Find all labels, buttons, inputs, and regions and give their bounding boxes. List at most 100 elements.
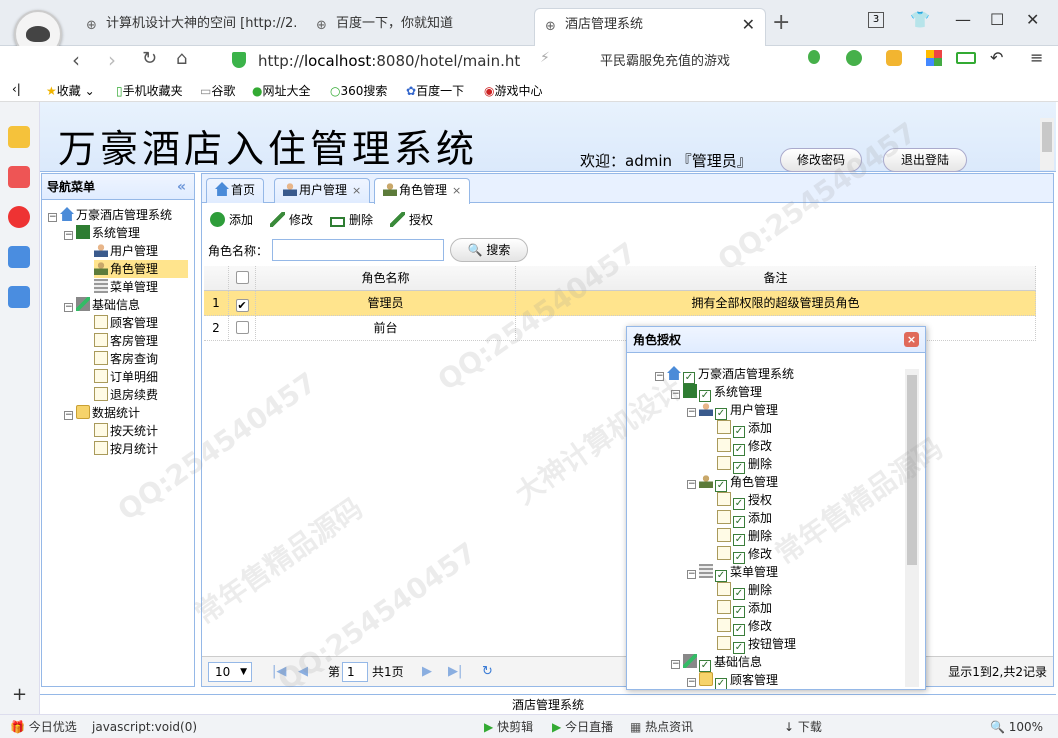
column-header-role-name[interactable]: 角色名称 (256, 266, 516, 291)
tree-statistics[interactable]: − 数据统计 (64, 404, 140, 422)
status-live[interactable]: ▶ 今日直播 (552, 716, 613, 738)
dialog-scrollbar[interactable] (905, 369, 919, 687)
row-checkbox[interactable]: ✔ (235, 299, 249, 312)
perm-node[interactable]: − ✓ 用户管理 (687, 401, 778, 420)
collapse-toggle-icon[interactable]: − (687, 480, 696, 489)
status-download[interactable]: ↓ 下载 (784, 716, 822, 738)
page-scrollbar[interactable] (1040, 118, 1054, 170)
collapse-toggle-icon[interactable]: − (671, 660, 680, 669)
tree-root[interactable]: − 万豪酒店管理系统 (48, 206, 172, 224)
close-window-icon[interactable]: ✕ (1026, 10, 1039, 29)
change-password-button[interactable]: 修改密码 (780, 148, 862, 172)
tree-monthly-stats[interactable]: 按月统计 (94, 440, 158, 458)
tab-role-management[interactable]: 角色管理 × (374, 178, 471, 204)
tree-room-query[interactable]: 客房查询 (94, 350, 158, 368)
bookmark-360[interactable]: ○360搜索 (330, 82, 387, 99)
close-icon[interactable]: × (904, 332, 919, 347)
forward-icon[interactable]: › (108, 48, 116, 72)
bookmark-hao[interactable]: ●网址大全 (252, 82, 311, 99)
minimize-icon[interactable]: — (955, 10, 971, 29)
browser-tab-2[interactable]: ⊕ 百度一下，你就知道 (306, 8, 526, 46)
tree-role-management[interactable]: 角色管理 (94, 260, 188, 278)
search-button[interactable]: 🔍 搜索 (450, 238, 528, 262)
bookmark-favorites[interactable]: ★收藏 ⌄ (46, 82, 95, 99)
perm-node[interactable]: − ✓ 角色管理 (687, 473, 778, 492)
perm-node[interactable]: − ✓ 基础信息 (671, 653, 762, 672)
sidebar-add-icon[interactable]: + (12, 684, 27, 705)
shield-extension-icon[interactable] (886, 50, 902, 66)
page-number-input[interactable]: 1 (342, 662, 368, 682)
row-checkbox-cell[interactable] (229, 316, 256, 341)
tree-user-management[interactable]: 用户管理 (94, 242, 158, 260)
row-checkbox-cell[interactable]: ✔ (229, 291, 256, 316)
scrollbar-thumb[interactable] (1042, 122, 1052, 152)
perm-node[interactable]: − ✓ 系统管理 (671, 383, 762, 402)
scrollbar-thumb[interactable] (907, 375, 917, 565)
perm-node[interactable]: ✓ 添加 (717, 419, 772, 438)
collapse-toggle-icon[interactable]: − (687, 570, 696, 579)
collapse-toggle-icon[interactable]: − (655, 372, 664, 381)
last-page-icon[interactable]: ▶| (448, 664, 462, 679)
menu-icon[interactable]: ≡ (1030, 48, 1043, 67)
tree-basic-info[interactable]: − 基础信息 (64, 296, 140, 314)
add-button[interactable]: 添加 (210, 208, 253, 232)
tree-order-detail[interactable]: 订单明细 (94, 368, 158, 386)
sidebar-app-icon[interactable] (8, 126, 30, 148)
collapse-toggle-icon[interactable]: − (64, 303, 73, 312)
maximize-icon[interactable]: ☐ (990, 10, 1004, 29)
tab-user-management[interactable]: 用户管理 × (274, 178, 371, 203)
browser-tab-1[interactable]: ⊕ 计算机设计大神的空间 [http://2... (76, 8, 296, 46)
collapse-toggle-icon[interactable]: − (64, 231, 73, 240)
tree-checkout[interactable]: 退房续费 (94, 386, 158, 404)
bookmark-games[interactable]: ◉游戏中心 (484, 82, 543, 99)
checkbox[interactable] (235, 271, 249, 284)
perm-node[interactable]: ✓ 按钮管理 (717, 635, 796, 654)
collapse-toggle-icon[interactable]: − (671, 390, 680, 399)
tree-room[interactable]: 客房管理 (94, 332, 158, 350)
new-tab-button[interactable]: + (772, 10, 790, 35)
sidebar-weibo-icon[interactable] (8, 206, 30, 228)
collapse-icon[interactable]: « (177, 174, 186, 200)
tree-system[interactable]: − 系统管理 (64, 224, 140, 242)
sidebar-mail-icon[interactable] (8, 246, 30, 268)
close-tab-icon[interactable]: × (352, 184, 361, 197)
bookmarks-toggle-icon[interactable]: ‹| (12, 82, 21, 96)
perm-node[interactable]: ✓ 删除 (717, 581, 772, 600)
edit-button[interactable]: 修改 (270, 208, 313, 232)
skin-icon[interactable]: 👕 (910, 10, 930, 29)
prev-page-icon[interactable]: ◀ (298, 664, 308, 679)
cut-icon[interactable] (808, 50, 820, 64)
translate-icon[interactable] (846, 50, 862, 66)
logout-button[interactable]: 退出登陆 (883, 148, 967, 172)
collapse-toggle-icon[interactable]: − (687, 678, 696, 687)
perm-node[interactable]: − ✓ 菜单管理 (687, 563, 778, 582)
undo-icon[interactable]: ↶ (990, 48, 1003, 67)
url-input[interactable]: http://localhost:8080/hotel/main.ht (258, 50, 528, 72)
checkbox[interactable]: ✓ (715, 678, 727, 689)
close-tab-icon[interactable]: × (452, 184, 461, 197)
perm-node[interactable]: ✓ 修改 (717, 545, 772, 564)
perm-node[interactable]: ✓ 修改 (717, 437, 772, 456)
sidebar-news-icon[interactable] (8, 166, 30, 188)
column-header-remark[interactable]: 备注 (516, 266, 1036, 291)
perm-node[interactable]: ✓ 添加 (717, 509, 772, 528)
tree-customer[interactable]: 顾客管理 (94, 314, 158, 332)
perm-node[interactable]: ✓ 删除 (717, 455, 772, 474)
perm-node[interactable]: ✓ 修改 (717, 617, 772, 636)
perm-node[interactable]: ✓ 授权 (717, 491, 772, 510)
tab-count-badge[interactable]: 3 (868, 12, 884, 28)
bookmark-google[interactable]: ▭谷歌 (200, 82, 235, 99)
collapse-toggle-icon[interactable]: − (64, 411, 73, 420)
close-tab-icon[interactable]: ✕ (742, 9, 755, 41)
perm-node[interactable]: − ✓ 顾客管理 (687, 671, 778, 689)
battery-icon[interactable] (956, 52, 976, 64)
bookmark-mobile[interactable]: ▯手机收藏夹 (116, 82, 183, 99)
lightning-icon[interactable]: ⚡ (540, 50, 550, 66)
select-all-checkbox[interactable] (229, 266, 256, 291)
delete-button[interactable]: 删除 (330, 208, 373, 232)
refresh-icon[interactable]: ↻ (482, 664, 493, 679)
tree-daily-stats[interactable]: 按天统计 (94, 422, 158, 440)
perm-node[interactable]: ✓ 删除 (717, 527, 772, 546)
status-picks[interactable]: 🎁 今日优选 (10, 716, 77, 738)
perm-node[interactable]: − ✓ 万豪酒店管理系统 (655, 365, 794, 384)
